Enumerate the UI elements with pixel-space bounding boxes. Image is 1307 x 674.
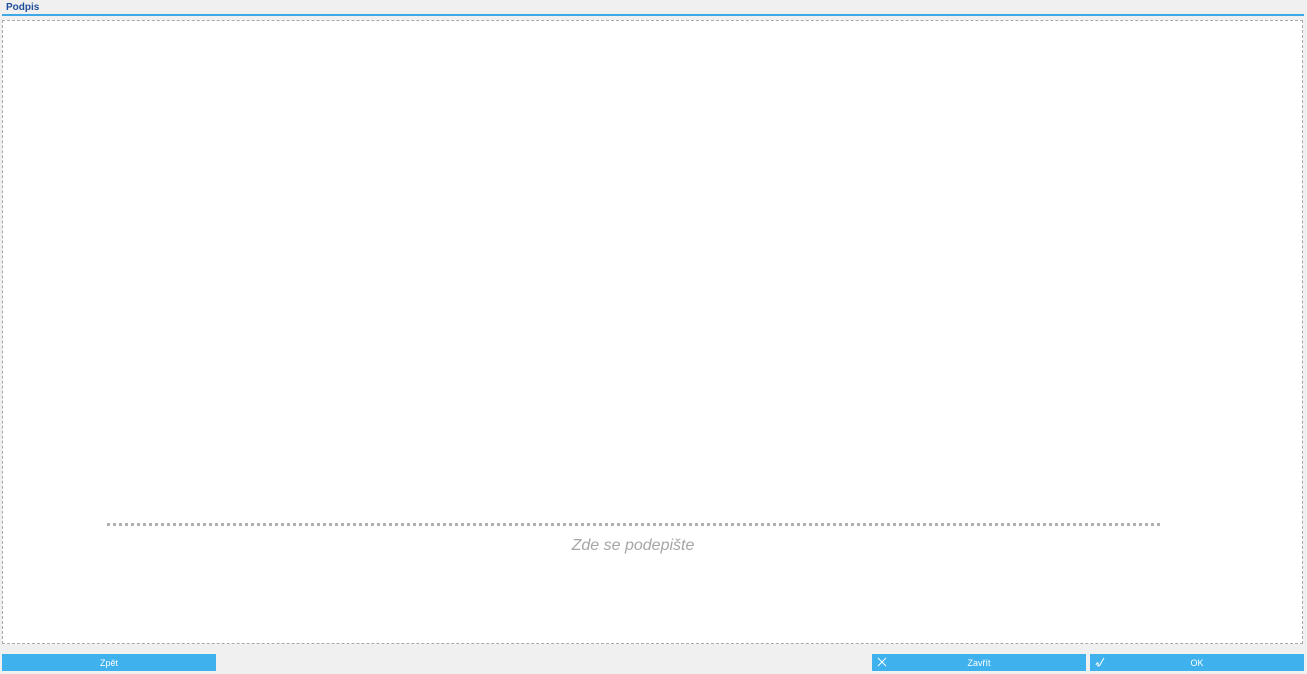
ok-button[interactable]: OK — [1090, 654, 1304, 671]
dialog-header: Podpis — [0, 0, 1307, 16]
close-button[interactable]: Zavřít — [872, 654, 1086, 671]
close-button-label: Zavřít — [967, 658, 991, 668]
close-icon — [876, 656, 888, 668]
signature-canvas[interactable]: Zde se podepište — [2, 20, 1303, 644]
signature-hint: Zde se podepište — [571, 537, 695, 554]
signature-pen-icon — [1094, 656, 1106, 668]
ok-button-label: OK — [1190, 658, 1204, 668]
header-divider — [2, 14, 1304, 16]
back-button[interactable]: Zpět — [2, 654, 216, 671]
signature-line — [107, 523, 1160, 526]
dialog-title: Podpis — [6, 2, 40, 13]
signature-dialog: Podpis Zde se podepište Zpět Zavřít OK — [0, 0, 1307, 674]
back-button-label: Zpět — [99, 658, 118, 668]
